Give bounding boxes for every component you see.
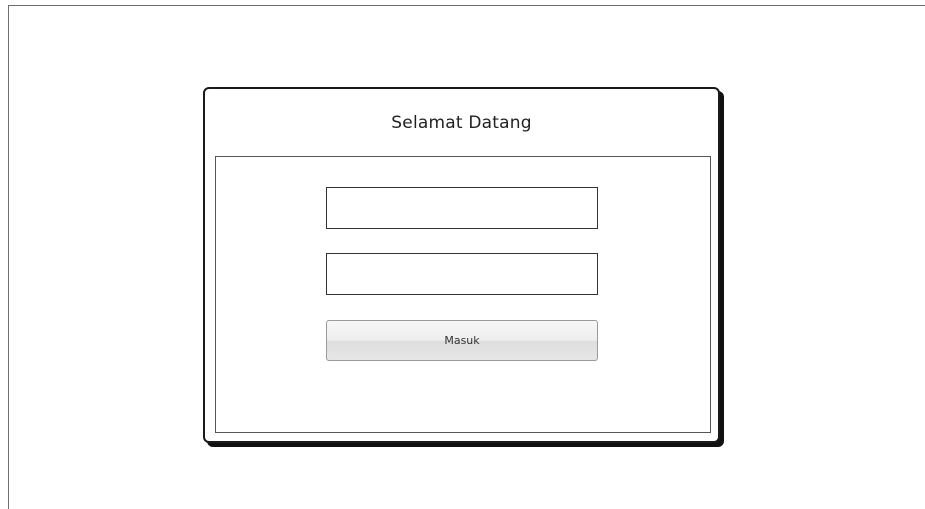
login-button[interactable]: Masuk (326, 320, 598, 361)
username-field[interactable] (326, 187, 598, 229)
dialog-title: Selamat Datang (391, 113, 532, 133)
password-field[interactable] (326, 253, 598, 295)
welcome-dialog: Selamat Datang Masuk (203, 87, 720, 443)
login-panel: Masuk (215, 156, 711, 433)
